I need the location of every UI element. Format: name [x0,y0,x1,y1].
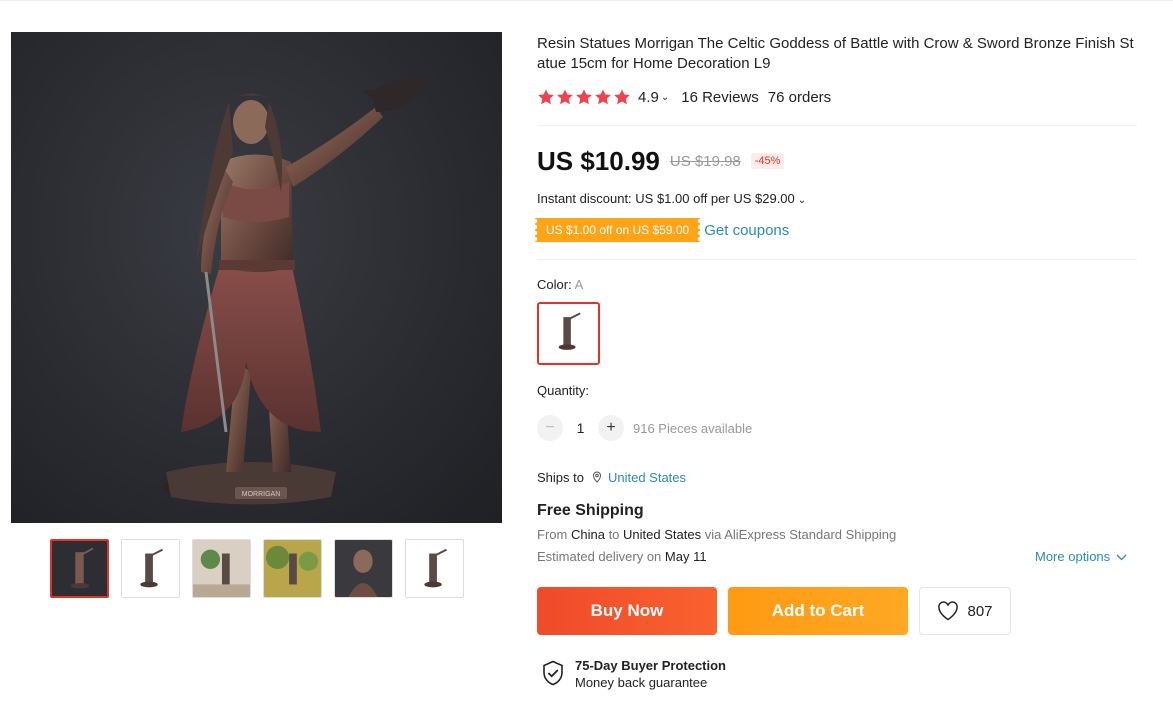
thumbnail-5[interactable] [334,539,393,598]
to-country: United States [623,527,702,542]
quantity-input[interactable]: 1 [563,420,598,436]
buyer-protection: 75-Day Buyer Protection Money back guara… [541,657,726,691]
rating-value[interactable]: 4.9 [638,89,659,106]
coupon-tag: US $1.00 off on US $59.00 [534,218,701,242]
add-to-cart-button[interactable]: Add to Cart [728,587,908,635]
buyer-protection-subtitle: Money back guarantee [575,675,708,690]
star-icon [538,89,554,105]
star-icon [576,89,592,105]
divider [537,125,1137,126]
more-options-label: More options [1035,549,1111,564]
wishlist-count: 807 [967,602,993,620]
main-product-image[interactable]: MORRIGAN [11,32,502,523]
quantity-increase-button[interactable]: + [598,415,624,441]
ships-to-country-link[interactable]: United States [608,470,686,485]
discount-badge: -45% [750,153,785,169]
pieces-available: 916 Pieces available [633,420,753,436]
star-icon [614,89,630,105]
divider [537,259,1137,260]
shield-check-icon [543,660,563,686]
shipping-route: From China to United States via AliExpre… [537,526,896,544]
location-pin-icon [592,471,601,483]
buyer-protection-title: 75-Day Buyer Protection [575,658,726,673]
rating-row: 4.9 ⌄ 16 Reviews 76 orders [537,87,831,107]
more-options-link[interactable]: More options [1035,548,1127,566]
current-price: US $10.99 [537,145,660,176]
color-label-text: Color: [537,277,572,292]
heart-icon [938,601,959,621]
wishlist-button[interactable]: 807 [919,587,1011,635]
thumbnail-3[interactable] [192,539,251,598]
coupon-row: US $1.00 off on US $59.00 Get coupons [534,218,789,242]
ships-to-row: Ships to United States [537,468,686,486]
original-price: US $19.98 [669,152,741,170]
star-icon [557,89,573,105]
chevron-down-icon: ⌄ [797,195,807,206]
shipping-method: via AliExpress Standard Shipping [704,527,897,542]
estimated-delivery: Estimated delivery on May 11 [537,548,707,566]
color-selected-value: A [574,277,584,292]
reviews-link[interactable]: 16 Reviews [681,89,759,106]
quantity-stepper: − 1 + 916 Pieces available [537,415,752,441]
thumbnail-1[interactable] [50,539,109,598]
price-row: US $10.99 US $19.98 -45% [537,144,785,178]
thumbnail-4[interactable] [263,539,322,598]
thumbnail-6[interactable] [405,539,464,598]
chevron-down-icon[interactable]: ⌄ [661,92,669,103]
instant-discount-text: Instant discount: US $1.00 off per US $2… [537,191,795,206]
orders-count: 76 orders [767,88,832,106]
from-label: From [537,527,568,542]
top-divider [0,0,1173,1]
statue-plaque-text: MORRIGAN [242,491,281,498]
color-option-image [539,304,598,363]
free-shipping-label: Free Shipping [537,502,644,519]
statue-illustration: MORRIGAN [163,76,441,505]
buy-now-button[interactable]: Buy Now [537,587,717,635]
ships-to-label: Ships to [537,469,584,485]
star-icon [595,89,611,105]
color-option-a[interactable] [537,302,600,365]
thumbnail-2[interactable] [121,539,180,598]
get-coupons-link[interactable]: Get coupons [704,222,789,239]
quantity-label: Quantity: [537,383,590,398]
from-country: China [570,527,605,542]
to-label: to [608,527,620,542]
estimated-delivery-label: Estimated delivery on [537,549,662,564]
chevron-down-icon [1116,554,1127,560]
thumbnail-strip [50,539,464,598]
color-label: Color: A [537,277,583,292]
instant-discount[interactable]: Instant discount: US $1.00 off per US $2… [537,190,806,208]
estimated-delivery-date: May 11 [664,549,707,564]
product-title: Resin Statues Morrigan The Celtic Goddes… [537,35,1134,72]
star-rating [537,88,631,106]
quantity-decrease-button[interactable]: − [537,415,563,441]
